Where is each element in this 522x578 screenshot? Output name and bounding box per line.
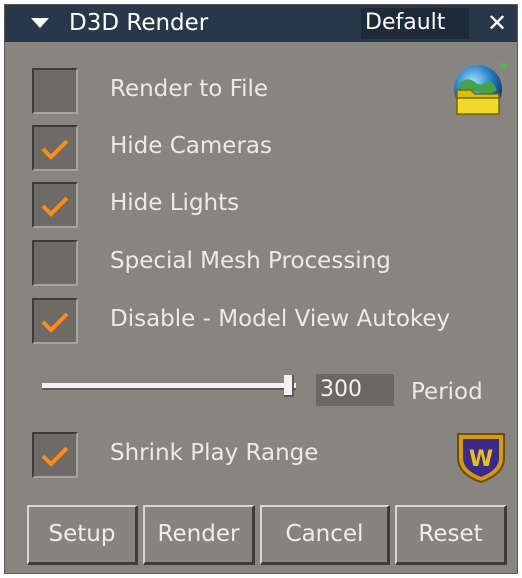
folder-globe-icon[interactable] [449, 62, 507, 120]
disable-autokey-label: Disable - Model View Autokey [110, 306, 451, 332]
panel-titlebar[interactable]: D3D Render Default ✕ [5, 5, 517, 42]
period-input[interactable] [316, 374, 394, 406]
slider-track[interactable] [42, 383, 296, 390]
render-to-file-checkbox[interactable] [32, 68, 78, 114]
close-icon[interactable]: ✕ [479, 7, 515, 39]
reset-button[interactable]: Reset [395, 505, 507, 565]
triangle-down-icon[interactable] [31, 18, 49, 28]
checkmark-icon [41, 446, 69, 467]
period-label: Period [411, 379, 483, 405]
hide-lights-label: Hide Lights [110, 190, 240, 216]
render-to-file-label: Render to File [110, 76, 269, 102]
option-hide-lights[interactable]: Hide Lights [32, 182, 502, 230]
option-special-mesh-processing[interactable]: Special Mesh Processing [32, 240, 502, 288]
preset-selector[interactable]: Default [361, 8, 469, 39]
disable-autokey-checkbox[interactable] [32, 298, 78, 344]
special-mesh-processing-label: Special Mesh Processing [110, 248, 391, 274]
svg-text:W: W [469, 447, 493, 472]
option-shrink-play-range[interactable]: Shrink Play Range [32, 432, 502, 480]
checkmark-icon [41, 196, 69, 217]
panel-title: D3D Render [69, 10, 209, 36]
hide-cameras-label: Hide Cameras [110, 133, 272, 159]
option-render-to-file[interactable]: Render to File [32, 68, 502, 116]
cancel-button[interactable]: Cancel [260, 505, 390, 565]
hide-cameras-checkbox[interactable] [32, 125, 78, 171]
option-hide-cameras[interactable]: Hide Cameras [32, 125, 502, 173]
render-button[interactable]: Render [143, 505, 255, 565]
special-mesh-processing-checkbox[interactable] [32, 240, 78, 286]
slider-thumb[interactable] [284, 375, 294, 397]
option-disable-model-view-autokey[interactable]: Disable - Model View Autokey [32, 298, 502, 346]
shrink-play-range-checkbox[interactable] [32, 432, 78, 478]
checkmark-icon [41, 312, 69, 333]
wolf-shield-icon[interactable]: W [452, 428, 510, 486]
d3d-render-panel: D3D Render Default ✕ Render to File Hide… [4, 4, 518, 574]
period-slider[interactable] [42, 375, 312, 399]
shrink-play-range-label: Shrink Play Range [110, 440, 319, 466]
hide-lights-checkbox[interactable] [32, 182, 78, 228]
setup-button[interactable]: Setup [27, 505, 138, 565]
checkmark-icon [41, 139, 69, 160]
